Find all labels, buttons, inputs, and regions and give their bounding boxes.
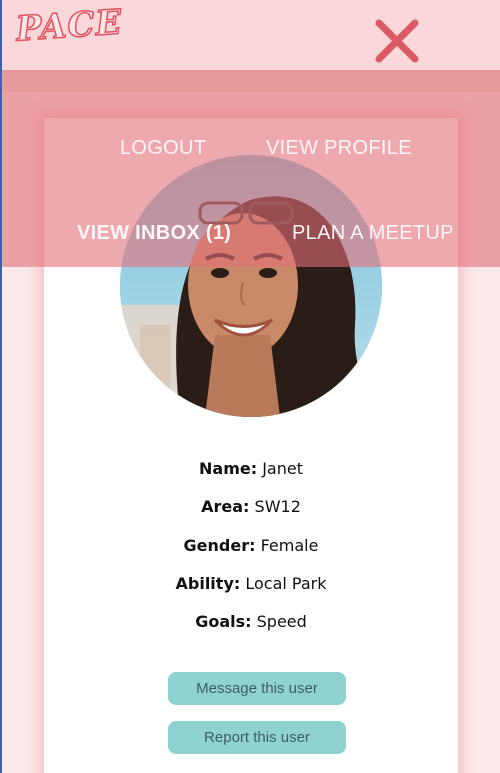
top-header: PACE — [2, 0, 500, 70]
profile-field-gender: Gender: Female — [44, 532, 458, 570]
profile-field-goals: Goals: Speed — [44, 608, 458, 646]
profile-details: Name: Janet Area: SW12 Gender: Female Ab… — [44, 455, 458, 646]
close-menu-button[interactable] — [374, 18, 420, 64]
close-x-icon — [375, 19, 419, 63]
field-label: Area: — [201, 497, 250, 517]
nav-view-inbox-link[interactable]: VIEW INBOX (1) — [77, 222, 231, 245]
profile-field-ability: Ability: Local Park — [44, 570, 458, 608]
field-label: Name: — [199, 459, 258, 478]
field-value: SW12 — [254, 497, 301, 517]
field-value: Local Park — [245, 573, 327, 593]
message-user-button[interactable]: Message this user — [168, 672, 346, 705]
nav-plan-meetup-link[interactable]: PLAN A MEETUP — [292, 222, 454, 245]
header-shadow-band — [2, 70, 500, 92]
report-user-button[interactable]: Report this user — [168, 721, 346, 754]
field-label: Goals: — [195, 612, 252, 632]
field-value: Janet — [262, 459, 303, 478]
field-value: Female — [260, 535, 319, 555]
field-value: Speed — [256, 612, 307, 632]
nav-view-profile-link[interactable]: VIEW PROFILE — [266, 137, 412, 160]
nav-logout-link[interactable]: LOGOUT — [120, 137, 206, 160]
profile-page: PACE Name: Janet Area: SW12 Gender: Fema… — [0, 0, 500, 773]
nav-menu-overlay: LOGOUT VIEW PROFILE VIEW INBOX (1) PLAN … — [2, 92, 500, 267]
profile-field-area: Area: SW12 — [44, 493, 458, 531]
field-label: Gender: — [183, 535, 256, 555]
pace-logo[interactable]: PACE — [14, 2, 124, 51]
field-label: Ability: — [175, 573, 241, 593]
profile-field-name: Name: Janet — [44, 455, 458, 493]
